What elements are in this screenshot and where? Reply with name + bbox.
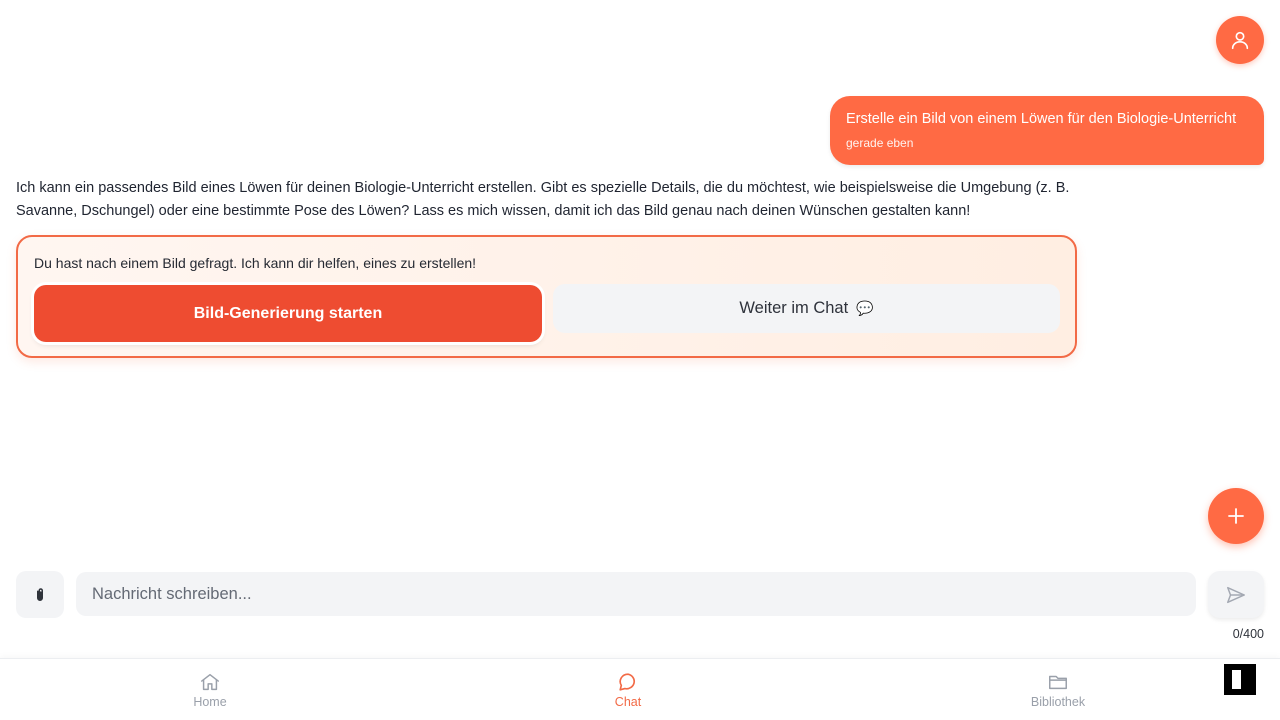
paperclip-icon [37,587,43,601]
new-chat-button[interactable] [1208,488,1264,544]
user-message-bubble: Erstelle ein Bild von einem Löwen für de… [830,96,1264,165]
user-message-timestamp: gerade eben [846,136,914,150]
nav-label-bibliothek: Bibliothek [1030,695,1086,709]
start-image-generation-button[interactable]: Bild-Generierung starten [34,285,542,342]
nav-label-chat: Chat [614,695,642,709]
home-icon [201,673,219,691]
send-button[interactable] [1208,571,1264,618]
nav-item-bibliothek[interactable]: Bibliothek [998,671,1118,709]
assistant-message-text: Ich kann ein passendes Bild eines Löwen … [16,180,1070,219]
message-input[interactable] [76,572,1196,616]
speech-bubble-icon: 💬 [856,300,874,316]
character-counter: 0/400 [1232,627,1264,641]
user-message-text: Erstelle ein Bild von einem Löwen für de… [846,111,1237,127]
nav-item-chat[interactable]: Chat [568,671,688,709]
nav-item-home[interactable]: Home [150,671,270,709]
folder-icon [1049,675,1067,690]
profile-button[interactable] [1216,16,1264,64]
nav-label-home: Home [193,695,227,709]
attach-button[interactable] [16,571,64,618]
bottom-navigation: Home Chat Bibliothek [0,658,1280,720]
corner-badge [1224,664,1256,695]
send-icon [1227,586,1245,603]
suggestion-prompt: Du hast nach einem Bild gefragt. Ich kan… [34,255,477,271]
image-suggestion-card: Du hast nach einem Bild gefragt. Ich kan… [16,235,1077,358]
user-icon [1231,31,1249,50]
corner-badge-bar [1232,670,1241,689]
chat-bubble-icon [619,673,636,691]
continue-chat-label: Weiter im Chat [739,299,849,317]
continue-chat-button[interactable]: Weiter im Chat 💬 [553,284,1060,333]
plus-icon [1228,508,1244,524]
